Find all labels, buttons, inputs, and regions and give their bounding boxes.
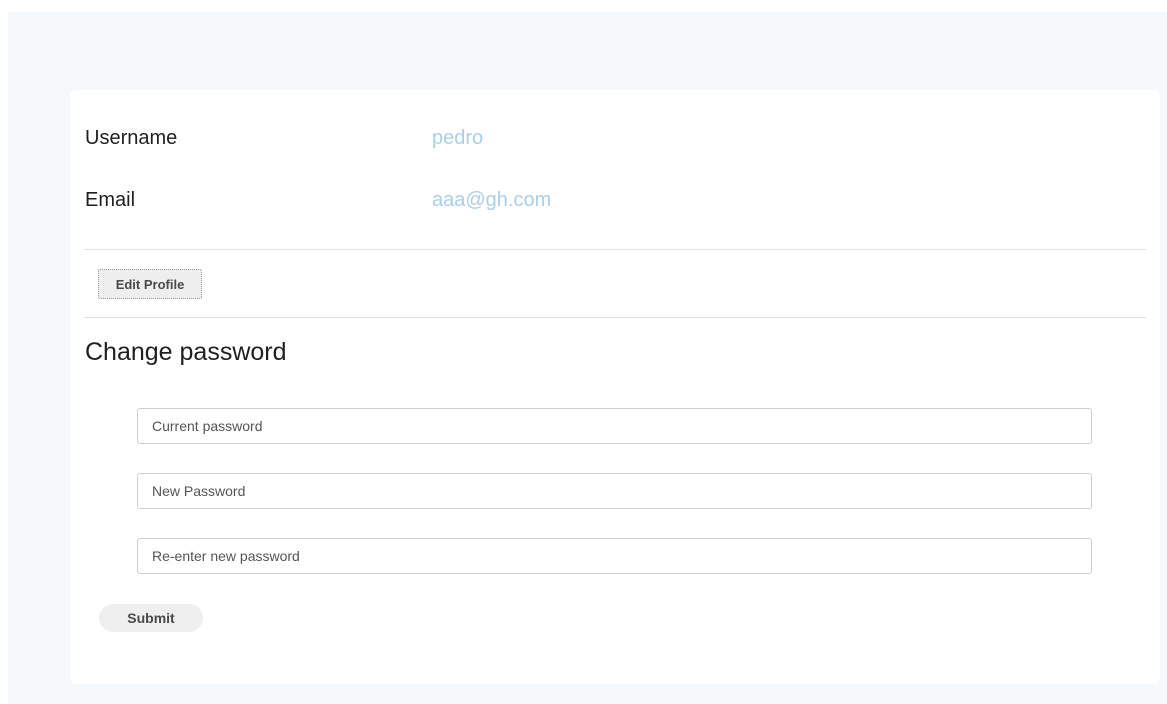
- username-value: pedro: [432, 126, 484, 149]
- submit-button[interactable]: Submit: [99, 604, 203, 632]
- username-label: Username: [85, 126, 178, 149]
- username-row: Username pedro: [85, 124, 483, 152]
- change-password-title: Change password: [85, 338, 287, 366]
- email-row: Email aaa@gh.com: [85, 186, 551, 214]
- divider-top: [84, 249, 1146, 250]
- current-password-input[interactable]: [137, 408, 1092, 444]
- edit-profile-button[interactable]: Edit Profile: [98, 269, 202, 299]
- reenter-password-input[interactable]: [137, 538, 1092, 574]
- email-value: aaa@gh.com: [432, 188, 552, 211]
- email-label: Email: [85, 188, 136, 211]
- new-password-input[interactable]: [137, 473, 1092, 509]
- page-background: Username pedro Email aaa@gh.com Edit Pro…: [8, 12, 1167, 704]
- profile-card: Username pedro Email aaa@gh.com Edit Pro…: [70, 90, 1160, 684]
- divider-bottom: [84, 317, 1146, 318]
